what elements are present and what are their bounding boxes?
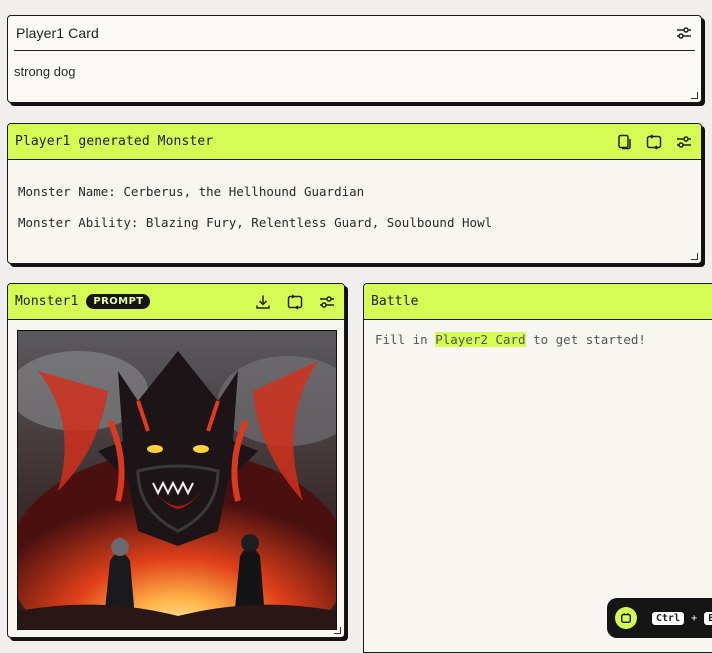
sliders-icon[interactable] (675, 133, 693, 151)
generated-monster-panel: Player1 generated Monster Monster Name: … (7, 123, 702, 264)
generated-monster-header: Player1 generated Monster (8, 124, 701, 160)
plus-sign: + (691, 612, 698, 624)
copy-icon[interactable] (615, 133, 633, 151)
monster1-title: Monster1 (15, 294, 79, 309)
resize-handle[interactable] (691, 92, 698, 99)
run-icon[interactable] (615, 607, 637, 629)
battle-header: Battle (364, 284, 712, 320)
resize-handle[interactable] (691, 253, 698, 260)
resize-handle[interactable] (334, 627, 341, 634)
prompt-badge[interactable]: PROMPT (86, 294, 151, 309)
player1-card-header: Player1 Card (14, 16, 695, 51)
generated-monster-title: Player1 generated Monster (15, 134, 214, 149)
player2-card-link[interactable]: Player2 Card (435, 332, 526, 347)
monster-ability-line: Monster Ability: Blazing Fury, Relentles… (18, 215, 493, 230)
refresh-icon[interactable] (286, 293, 304, 311)
player1-card-input[interactable]: strong dog (14, 64, 75, 79)
player1-card: Player1 Card strong dog (7, 15, 702, 103)
battle-message-prefix: Fill in (375, 332, 428, 347)
enter-key: En (703, 610, 712, 626)
monster1-panel: Monster1 PROMPT (7, 283, 345, 638)
monster-name-line: Monster Name: Cerberus, the Hellhound Gu… (18, 184, 365, 199)
monster1-header: Monster1 PROMPT (8, 284, 344, 320)
refresh-icon[interactable] (645, 133, 663, 151)
battle-title: Battle (371, 294, 419, 309)
sliders-icon[interactable] (318, 293, 336, 311)
player1-card-title: Player1 Card (16, 25, 99, 41)
battle-message-suffix: to get started! (533, 332, 646, 347)
shortcut-bar: Ctrl + En (607, 598, 712, 638)
ctrl-key: Ctrl (651, 610, 686, 626)
sliders-icon[interactable] (675, 24, 693, 42)
monster-image (17, 330, 337, 630)
battle-message: Fill in Player2 Card to get started! (375, 332, 646, 347)
download-icon[interactable] (254, 293, 272, 311)
